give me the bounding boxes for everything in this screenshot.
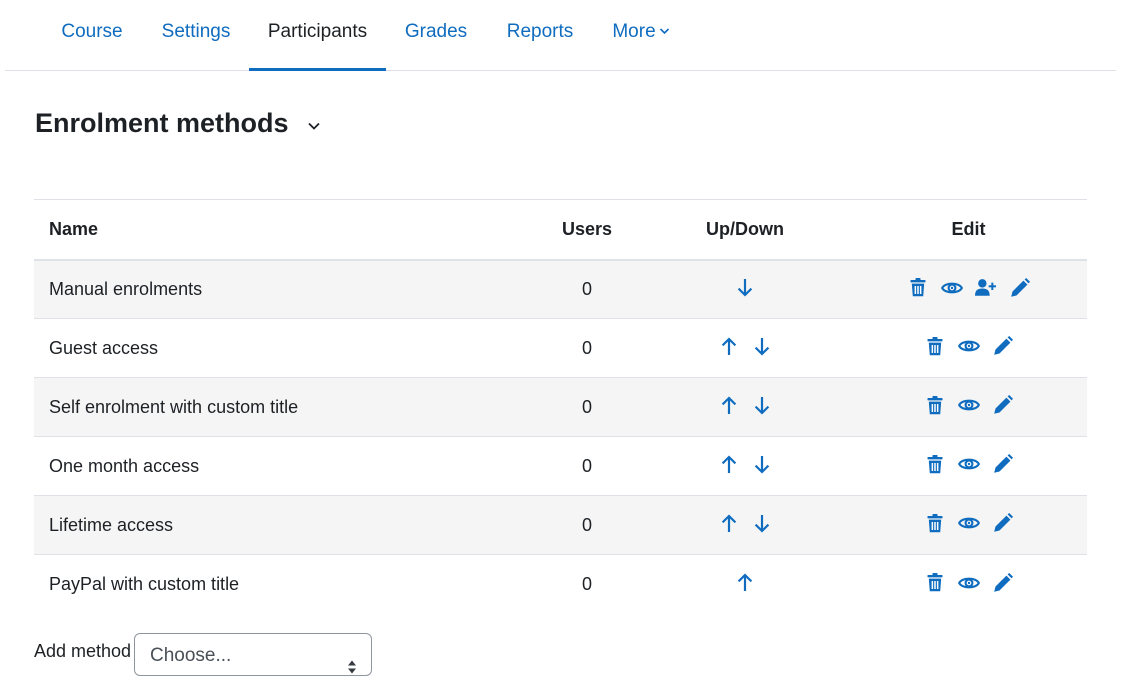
edit-actions <box>924 335 1014 357</box>
tab-reports[interactable]: Reports <box>495 0 585 70</box>
updown-controls <box>718 512 773 534</box>
method-users-count: 0 <box>581 278 592 299</box>
pencil-icon[interactable] <box>992 335 1014 357</box>
table-row: Guest access 0 <box>34 319 1087 378</box>
arrow-up-icon[interactable] <box>718 335 740 357</box>
method-name: Self enrolment with custom title <box>49 396 299 417</box>
eye-icon[interactable] <box>957 394 980 416</box>
table-row: One month access 0 <box>34 437 1087 496</box>
method-users-count: 0 <box>581 396 592 417</box>
table-row: Self enrolment with custom title 0 <box>34 377 1087 437</box>
arrow-down-icon[interactable] <box>751 512 773 534</box>
enrolment-methods-table: Name Users Up/Down Edit Manual enrolment… <box>34 199 1087 614</box>
tab-participants-label: Participants <box>267 21 368 42</box>
user-plus-icon[interactable] <box>974 277 997 299</box>
arrow-up-icon[interactable] <box>718 512 740 534</box>
table-row: Manual enrolments 0 <box>34 259 1087 319</box>
edit-actions <box>924 512 1014 534</box>
eye-icon[interactable] <box>957 572 980 594</box>
tab-reports-label: Reports <box>506 21 574 42</box>
updown-cell <box>640 260 850 319</box>
tab-settings[interactable]: Settings <box>150 0 242 70</box>
method-name: Manual enrolments <box>49 278 203 299</box>
method-users-count: 0 <box>581 573 592 594</box>
method-users-count: 0 <box>581 337 592 358</box>
trash-icon[interactable] <box>924 572 946 594</box>
tab-course-label: Course <box>61 21 123 42</box>
arrow-up-icon[interactable] <box>718 394 740 416</box>
edit-cell <box>850 378 1087 437</box>
trash-icon[interactable] <box>924 335 946 357</box>
header-name: Name <box>49 218 99 239</box>
pencil-icon[interactable] <box>992 572 1014 594</box>
pencil-icon[interactable] <box>992 512 1014 534</box>
pencil-icon[interactable] <box>992 394 1014 416</box>
trash-icon[interactable] <box>907 277 929 299</box>
updown-controls <box>734 277 756 299</box>
arrow-down-icon[interactable] <box>734 277 756 299</box>
title-menu-chevron-icon[interactable] <box>307 118 321 136</box>
updown-cell <box>640 378 850 437</box>
tab-settings-label: Settings <box>161 21 231 42</box>
header-updown: Up/Down <box>706 218 784 239</box>
eye-icon[interactable] <box>940 277 963 299</box>
tab-course[interactable]: Course <box>50 0 134 70</box>
select-caret-icon <box>347 648 357 691</box>
eye-icon[interactable] <box>957 512 980 534</box>
header-users: Users <box>561 218 613 239</box>
arrow-up-icon[interactable] <box>718 453 740 475</box>
method-users-count: 0 <box>581 455 592 476</box>
arrow-up-icon[interactable] <box>734 572 756 594</box>
trash-icon[interactable] <box>924 394 946 416</box>
header-edit: Edit <box>951 218 986 239</box>
table-row: Lifetime access 0 <box>34 495 1087 555</box>
arrow-down-icon[interactable] <box>751 453 773 475</box>
edit-cell <box>850 496 1087 555</box>
pencil-icon[interactable] <box>1009 277 1031 299</box>
table-row: PayPal with custom title 0 <box>34 555 1087 614</box>
tab-more-label: More <box>612 21 656 42</box>
arrow-down-icon[interactable] <box>751 335 773 357</box>
add-method-select[interactable]: Choose... <box>134 633 372 676</box>
method-users-count: 0 <box>581 514 592 535</box>
add-method-label: Add method <box>34 641 132 661</box>
chevron-down-icon <box>659 0 670 62</box>
table-header-row: Name Users Up/Down Edit <box>34 199 1087 260</box>
tab-more[interactable]: More <box>603 0 679 70</box>
tab-grades-label: Grades <box>404 21 468 42</box>
edit-cell <box>850 260 1087 319</box>
updown-controls <box>718 394 773 416</box>
tab-participants[interactable]: Participants <box>249 0 386 71</box>
edit-cell <box>850 437 1087 496</box>
edit-actions <box>907 277 1031 299</box>
arrow-down-icon[interactable] <box>751 394 773 416</box>
updown-controls <box>718 335 773 357</box>
secondary-navigation: Course Settings Participants Grades Repo… <box>5 0 1116 71</box>
active-tab-underline <box>249 68 386 71</box>
edit-cell <box>850 555 1087 614</box>
page-title: Enrolment methods <box>35 108 289 138</box>
edit-actions <box>924 572 1014 594</box>
trash-icon[interactable] <box>924 512 946 534</box>
tab-grades[interactable]: Grades <box>395 0 477 70</box>
updown-cell <box>640 496 850 555</box>
method-name: Guest access <box>49 337 159 358</box>
add-method-select-value: Choose... <box>150 645 232 666</box>
eye-icon[interactable] <box>957 453 980 475</box>
edit-actions <box>924 453 1014 475</box>
edit-actions <box>924 394 1014 416</box>
edit-cell <box>850 319 1087 378</box>
method-name: One month access <box>49 455 200 476</box>
eye-icon[interactable] <box>957 335 980 357</box>
trash-icon[interactable] <box>924 453 946 475</box>
updown-controls <box>734 572 756 594</box>
method-name: Lifetime access <box>49 514 174 535</box>
updown-cell <box>640 319 850 378</box>
updown-cell <box>640 555 850 614</box>
method-name: PayPal with custom title <box>49 573 240 594</box>
updown-cell <box>640 437 850 496</box>
updown-controls <box>718 453 773 475</box>
pencil-icon[interactable] <box>992 453 1014 475</box>
